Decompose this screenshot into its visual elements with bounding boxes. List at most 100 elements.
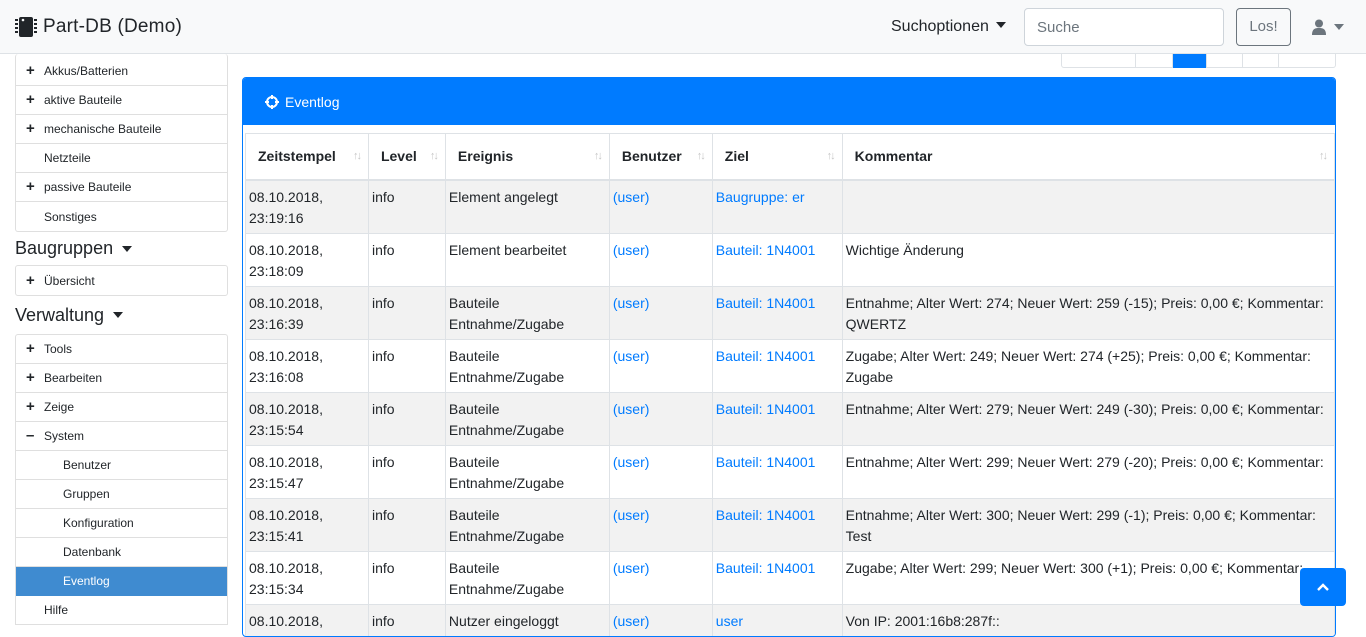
- user-link[interactable]: (user): [613, 348, 650, 364]
- timestamp-date: 08.10.2018,: [249, 346, 365, 367]
- sort-icon[interactable]: ↑↓: [697, 150, 704, 162]
- column-header-level[interactable]: Level↑↓: [368, 134, 445, 180]
- user-link[interactable]: (user): [613, 242, 650, 258]
- sidebar-item-label: Akkus/Batterien: [44, 64, 128, 78]
- card-header: Eventlog: [243, 78, 1335, 125]
- column-label: Kommentar: [855, 148, 933, 164]
- sidebar-item-label: Konfiguration: [63, 516, 134, 530]
- sidebar-item-label: Übersicht: [44, 274, 95, 288]
- sidebar-item-label: Datenbank: [63, 545, 121, 559]
- target-link[interactable]: Bauteil: 1N4001: [716, 454, 816, 470]
- column-label: Benutzer: [622, 148, 682, 164]
- sort-icon[interactable]: ↑↓: [353, 150, 360, 162]
- sidebar-item-eventlog[interactable]: Eventlog: [16, 567, 227, 596]
- plus-icon[interactable]: +: [26, 275, 44, 287]
- column-header-kommentar[interactable]: Kommentar ↑↓: [842, 134, 1334, 180]
- event-text: Entnahme/Zugabe: [449, 579, 606, 600]
- column-header-ziel[interactable]: Ziel↑↓: [712, 134, 842, 180]
- target-link[interactable]: Bauteil: 1N4001: [716, 507, 816, 523]
- sidebar-item-datenbank[interactable]: Datenbank: [16, 538, 227, 567]
- user-link[interactable]: (user): [613, 189, 650, 205]
- baugruppen-list: +Übersicht: [15, 265, 228, 296]
- sidebar-item-label: System: [44, 429, 84, 443]
- search-options-dropdown[interactable]: Suchoptionen: [891, 18, 1006, 36]
- cell-comment: Entnahme; Alter Wert: 279; Neuer Wert: 2…: [842, 392, 1334, 445]
- target-link[interactable]: Bauteil: 1N4001: [716, 348, 816, 364]
- user-link[interactable]: (user): [613, 560, 650, 576]
- comment-text: Zugabe; Alter Wert: 299; Neuer Wert: 300…: [846, 560, 1303, 576]
- plus-icon[interactable]: +: [26, 181, 44, 193]
- sidebar-item-zeige[interactable]: +Zeige: [16, 393, 227, 422]
- sidebar-item-bearbeiten[interactable]: +Bearbeiten: [16, 364, 227, 393]
- sidebar-item-system[interactable]: –System: [16, 422, 227, 451]
- user-link[interactable]: (user): [613, 507, 650, 523]
- target-link[interactable]: user: [716, 613, 743, 629]
- sidebar-item-tools[interactable]: +Tools: [16, 335, 227, 364]
- sidebar-item-gruppen[interactable]: Gruppen: [16, 480, 227, 509]
- column-header-benutzer[interactable]: Benutzer ↑↓: [609, 134, 712, 180]
- user-menu[interactable]: [1312, 19, 1344, 35]
- column-header-zeitstempel[interactable]: Zeitstempel↑↓: [246, 134, 369, 180]
- user-link[interactable]: (user): [613, 401, 650, 417]
- plus-icon[interactable]: +: [26, 94, 44, 106]
- user-link[interactable]: (user): [613, 454, 650, 470]
- cell-timestamp: 08.10.2018,23:16:08: [246, 339, 369, 392]
- table-row: 08.10.2018,23:14:24infoNutzer eingeloggt…: [246, 604, 1335, 637]
- brand[interactable]: Part-DB (Demo): [15, 15, 182, 39]
- sidebar-item-hilfe[interactable]: Hilfe: [16, 596, 227, 625]
- sidebar-item-aktive-bauteile[interactable]: +aktive Bauteile: [16, 86, 227, 115]
- sidebar-item-benutzer[interactable]: Benutzer: [16, 451, 227, 480]
- target-link[interactable]: Baugruppe: er: [716, 189, 805, 205]
- plus-icon[interactable]: +: [26, 343, 44, 355]
- sidebar-item-label: Tools: [44, 342, 72, 356]
- sort-icon[interactable]: ↑↓: [430, 150, 437, 162]
- column-header-ereignis[interactable]: Ereignis ↑↓: [445, 134, 609, 180]
- timestamp-date: 08.10.2018,: [249, 399, 365, 420]
- plus-icon[interactable]: +: [26, 372, 44, 384]
- search-button[interactable]: Los!: [1236, 8, 1291, 46]
- timestamp-date: 08.10.2018,: [249, 452, 365, 473]
- pagination-current[interactable]: [1173, 54, 1207, 68]
- sidebar-item-mechanische-bauteile[interactable]: +mechanische Bauteile: [16, 115, 227, 144]
- cell-target: Bauteil: 1N4001: [712, 392, 842, 445]
- scroll-to-top-button[interactable]: [1300, 568, 1346, 606]
- comment-text: Zugabe; Alter Wert: 249; Neuer Wert: 274…: [846, 348, 1311, 385]
- verwaltung-section-toggle[interactable]: Verwaltung: [15, 296, 228, 334]
- target-link[interactable]: Bauteil: 1N4001: [716, 242, 816, 258]
- cell-comment: [842, 180, 1334, 234]
- cell-level: info: [368, 233, 445, 286]
- table-row: 08.10.2018,23:15:54infoBauteileEntnahme/…: [246, 392, 1335, 445]
- cell-target: Bauteil: 1N4001: [712, 445, 842, 498]
- plus-icon[interactable]: +: [26, 401, 44, 413]
- sidebar-item-sonstiges[interactable]: Sonstiges: [16, 202, 227, 231]
- column-label: Ereignis: [458, 148, 513, 164]
- target-link[interactable]: Bauteil: 1N4001: [716, 560, 816, 576]
- cell-timestamp: 08.10.2018,23:15:54: [246, 392, 369, 445]
- comment-text: Von IP: 2001:16b8:287f::: [846, 613, 1000, 629]
- sidebar-item-netzteile[interactable]: Netzteile: [16, 144, 227, 173]
- sidebar-item-passive-bauteile[interactable]: +passive Bauteile: [16, 173, 227, 202]
- plus-icon[interactable]: +: [26, 123, 44, 135]
- pagination-next[interactable]: [1207, 54, 1243, 68]
- plus-icon[interactable]: +: [26, 65, 44, 77]
- pagination-view-toggle[interactable]: [1243, 54, 1279, 68]
- sort-icon[interactable]: ↑↓: [1319, 150, 1326, 162]
- sort-icon[interactable]: ↑↓: [827, 150, 834, 162]
- search-input[interactable]: [1024, 8, 1224, 46]
- sidebar-item-konfiguration[interactable]: Konfiguration: [16, 509, 227, 538]
- level-text: info: [372, 295, 395, 311]
- sort-icon[interactable]: ↑↓: [594, 150, 601, 162]
- pagination-page-size[interactable]: [1279, 54, 1337, 68]
- table-row: 08.10.2018,23:16:39infoBauteileEntnahme/…: [246, 286, 1335, 339]
- sidebar-item-uebersicht[interactable]: +Übersicht: [16, 266, 227, 295]
- target-link[interactable]: Bauteil: 1N4001: [716, 401, 816, 417]
- minus-icon[interactable]: –: [26, 430, 44, 442]
- baugruppen-section-toggle[interactable]: Baugruppen: [15, 232, 228, 265]
- pagination-first[interactable]: [1136, 54, 1173, 68]
- timestamp-date: 08.10.2018,: [249, 187, 365, 208]
- search-options-label: Suchoptionen: [891, 18, 989, 35]
- sidebar-item-akkus[interactable]: +Akkus/Batterien: [16, 54, 227, 86]
- user-link[interactable]: (user): [613, 295, 650, 311]
- user-link[interactable]: (user): [613, 613, 650, 629]
- target-link[interactable]: Bauteil: 1N4001: [716, 295, 816, 311]
